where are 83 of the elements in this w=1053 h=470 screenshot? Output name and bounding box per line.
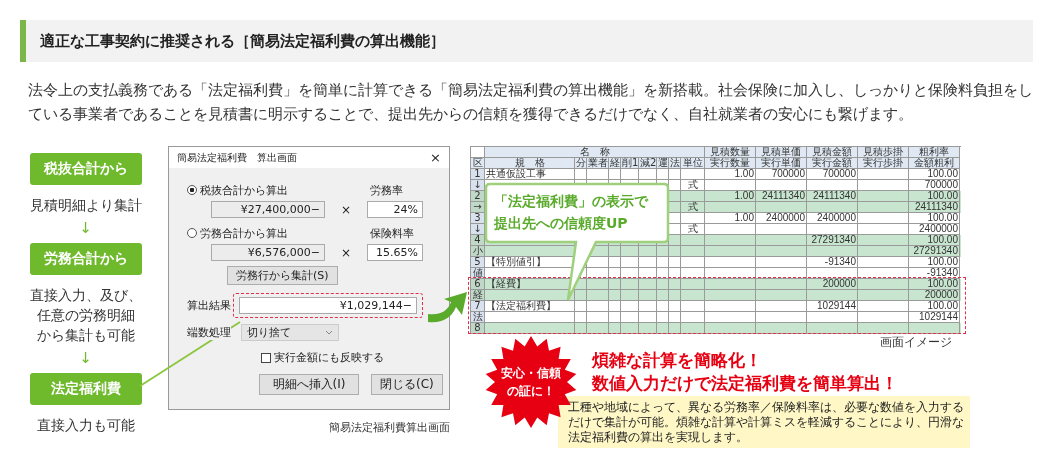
amount-field[interactable]: ¥6,576,000−	[211, 244, 325, 261]
radio-label[interactable]: 税抜合計から算出	[200, 182, 350, 198]
table-cell: 100.00	[909, 213, 960, 224]
step-label: 税抜合計から	[29, 153, 142, 185]
table-cell: 27291340	[909, 246, 960, 257]
checkbox[interactable]	[261, 352, 271, 363]
callout-text: 「法定福利費」の表示で	[494, 192, 648, 211]
table-cell: 【法定福利費】	[485, 301, 575, 312]
step-note: 直接入力、及び、	[29, 286, 142, 305]
rate-label: 保険料率	[370, 225, 414, 241]
column-header: 実行金額	[807, 158, 858, 169]
row-index: 7	[471, 301, 485, 312]
result-label: 算出結果	[187, 298, 232, 313]
image-caption: 画面イメージ	[880, 335, 952, 349]
table-cell: 2400000	[807, 213, 858, 224]
table-cell: 100.00	[909, 169, 960, 180]
dialog-button[interactable]: 明細へ挿入(I)	[259, 374, 359, 395]
column-header: 実行数量	[705, 158, 756, 169]
table-cell: 200000	[909, 290, 960, 301]
column-header: 単位	[681, 158, 705, 169]
description-text: 工種や地域によって、異なる労務率／保険料率は、必要な数値を入力するだけで集計が可能。煩雑な計算や計算ミスを軽減することにより、円滑な法定福利費の算出を実現します。	[568, 400, 964, 445]
column-header: 業者	[587, 158, 609, 169]
table-cell: 共通仮設工事	[485, 169, 575, 180]
step-note: 直接入力も可能	[36, 416, 135, 435]
image-caption: 簡易法定福利費算出画面	[328, 420, 450, 435]
row-index: 6	[471, 279, 485, 290]
column-header: 粗利率	[909, 147, 960, 158]
radio-label[interactable]: 労務合計から算出	[200, 225, 350, 241]
row-index: 5	[471, 257, 485, 268]
step-note: 見積明細より集計	[29, 196, 142, 215]
dialog-title: 簡易法定福利費 算出画面	[177, 150, 297, 165]
column-header: 見積単価	[756, 147, 807, 158]
table-cell: 1.00	[705, 213, 756, 224]
step-note: から集計も可能	[35, 326, 136, 345]
multiply-sign: ×	[339, 245, 353, 260]
rate-field[interactable]: 15.65%	[367, 244, 423, 261]
column-header: 名 称	[485, 147, 705, 158]
headline: 数値入力だけで法定福利費を簡単算出！	[592, 372, 898, 395]
table-cell: 700000	[807, 169, 858, 180]
rate-field[interactable]: 24%	[367, 201, 423, 218]
section-title: 適正な工事契約に推奨される［簡易法定福利費の算出機能］	[40, 31, 445, 51]
column-header: 金額粗利	[909, 158, 960, 169]
table-cell: 100.00	[909, 301, 960, 312]
close-button[interactable]: ×	[430, 150, 441, 165]
step-arrow: ↓	[79, 349, 92, 367]
table-cell: 24111340	[909, 202, 960, 213]
table-cell: 2400000	[756, 213, 807, 224]
table-cell: 式	[681, 202, 705, 213]
result-field[interactable]: ¥1,029,144−	[239, 297, 417, 314]
table-cell: 1029144	[807, 301, 858, 312]
badge-text: 安心・信頼の証に！	[500, 365, 562, 400]
amount-field[interactable]: ¥27,400,000−	[211, 201, 325, 218]
step-note: 任意の労務明細	[35, 306, 136, 325]
radio-button[interactable]	[187, 228, 197, 238]
rounding-dropdown[interactable]: 切り捨て	[241, 324, 339, 341]
multiply-sign: ×	[339, 202, 353, 217]
column-header: 規 格	[485, 158, 575, 169]
table-cell: 1.00	[705, 169, 756, 180]
row-index: 8	[471, 323, 485, 334]
row-index: 経	[471, 290, 485, 301]
row-index: 法	[471, 312, 485, 323]
radio-button[interactable]	[187, 185, 197, 195]
column-header: 実行歩掛	[858, 158, 909, 169]
checkbox-label[interactable]: 実行金額にも反映する	[274, 350, 384, 365]
rate-label: 労務率	[370, 182, 403, 198]
step-label: 法定福利費	[29, 373, 142, 405]
curved-arrow	[428, 292, 467, 323]
dialog-button[interactable]: 閉じる(C)	[371, 374, 443, 395]
callout-text: 提出先への信頼度UP	[494, 214, 629, 233]
headline: 煩雑な計算を簡略化！	[592, 349, 762, 372]
aggregate-button[interactable]: 労務行から集計(S)	[227, 266, 338, 285]
rounding-label: 端数処理	[187, 325, 231, 340]
column-header: 実行単価	[756, 158, 807, 169]
row-index: 小	[471, 246, 485, 257]
table-cell: 100.00	[909, 257, 960, 268]
step-label: 労務合計から	[29, 243, 142, 275]
table-cell: 700000	[756, 169, 807, 180]
table-cell: -91340	[807, 257, 858, 268]
intro-text: 法令上の支払義務である「法定福利費」を簡単に計算できる「簡易法定福利費の算出機能」を新搭載。社会保険に加入し、しっかりと保険料負担をしている事業者であることを見積書に明示することで、提出先からの信頼を獲得できるだけでなく、自社就業者の安心にも繋げます。	[28, 81, 1033, 124]
column-header: 見積数量	[705, 147, 756, 158]
step-arrow: ↓	[79, 219, 92, 237]
chevron-icon	[325, 329, 333, 336]
row-index: 1	[471, 169, 485, 180]
